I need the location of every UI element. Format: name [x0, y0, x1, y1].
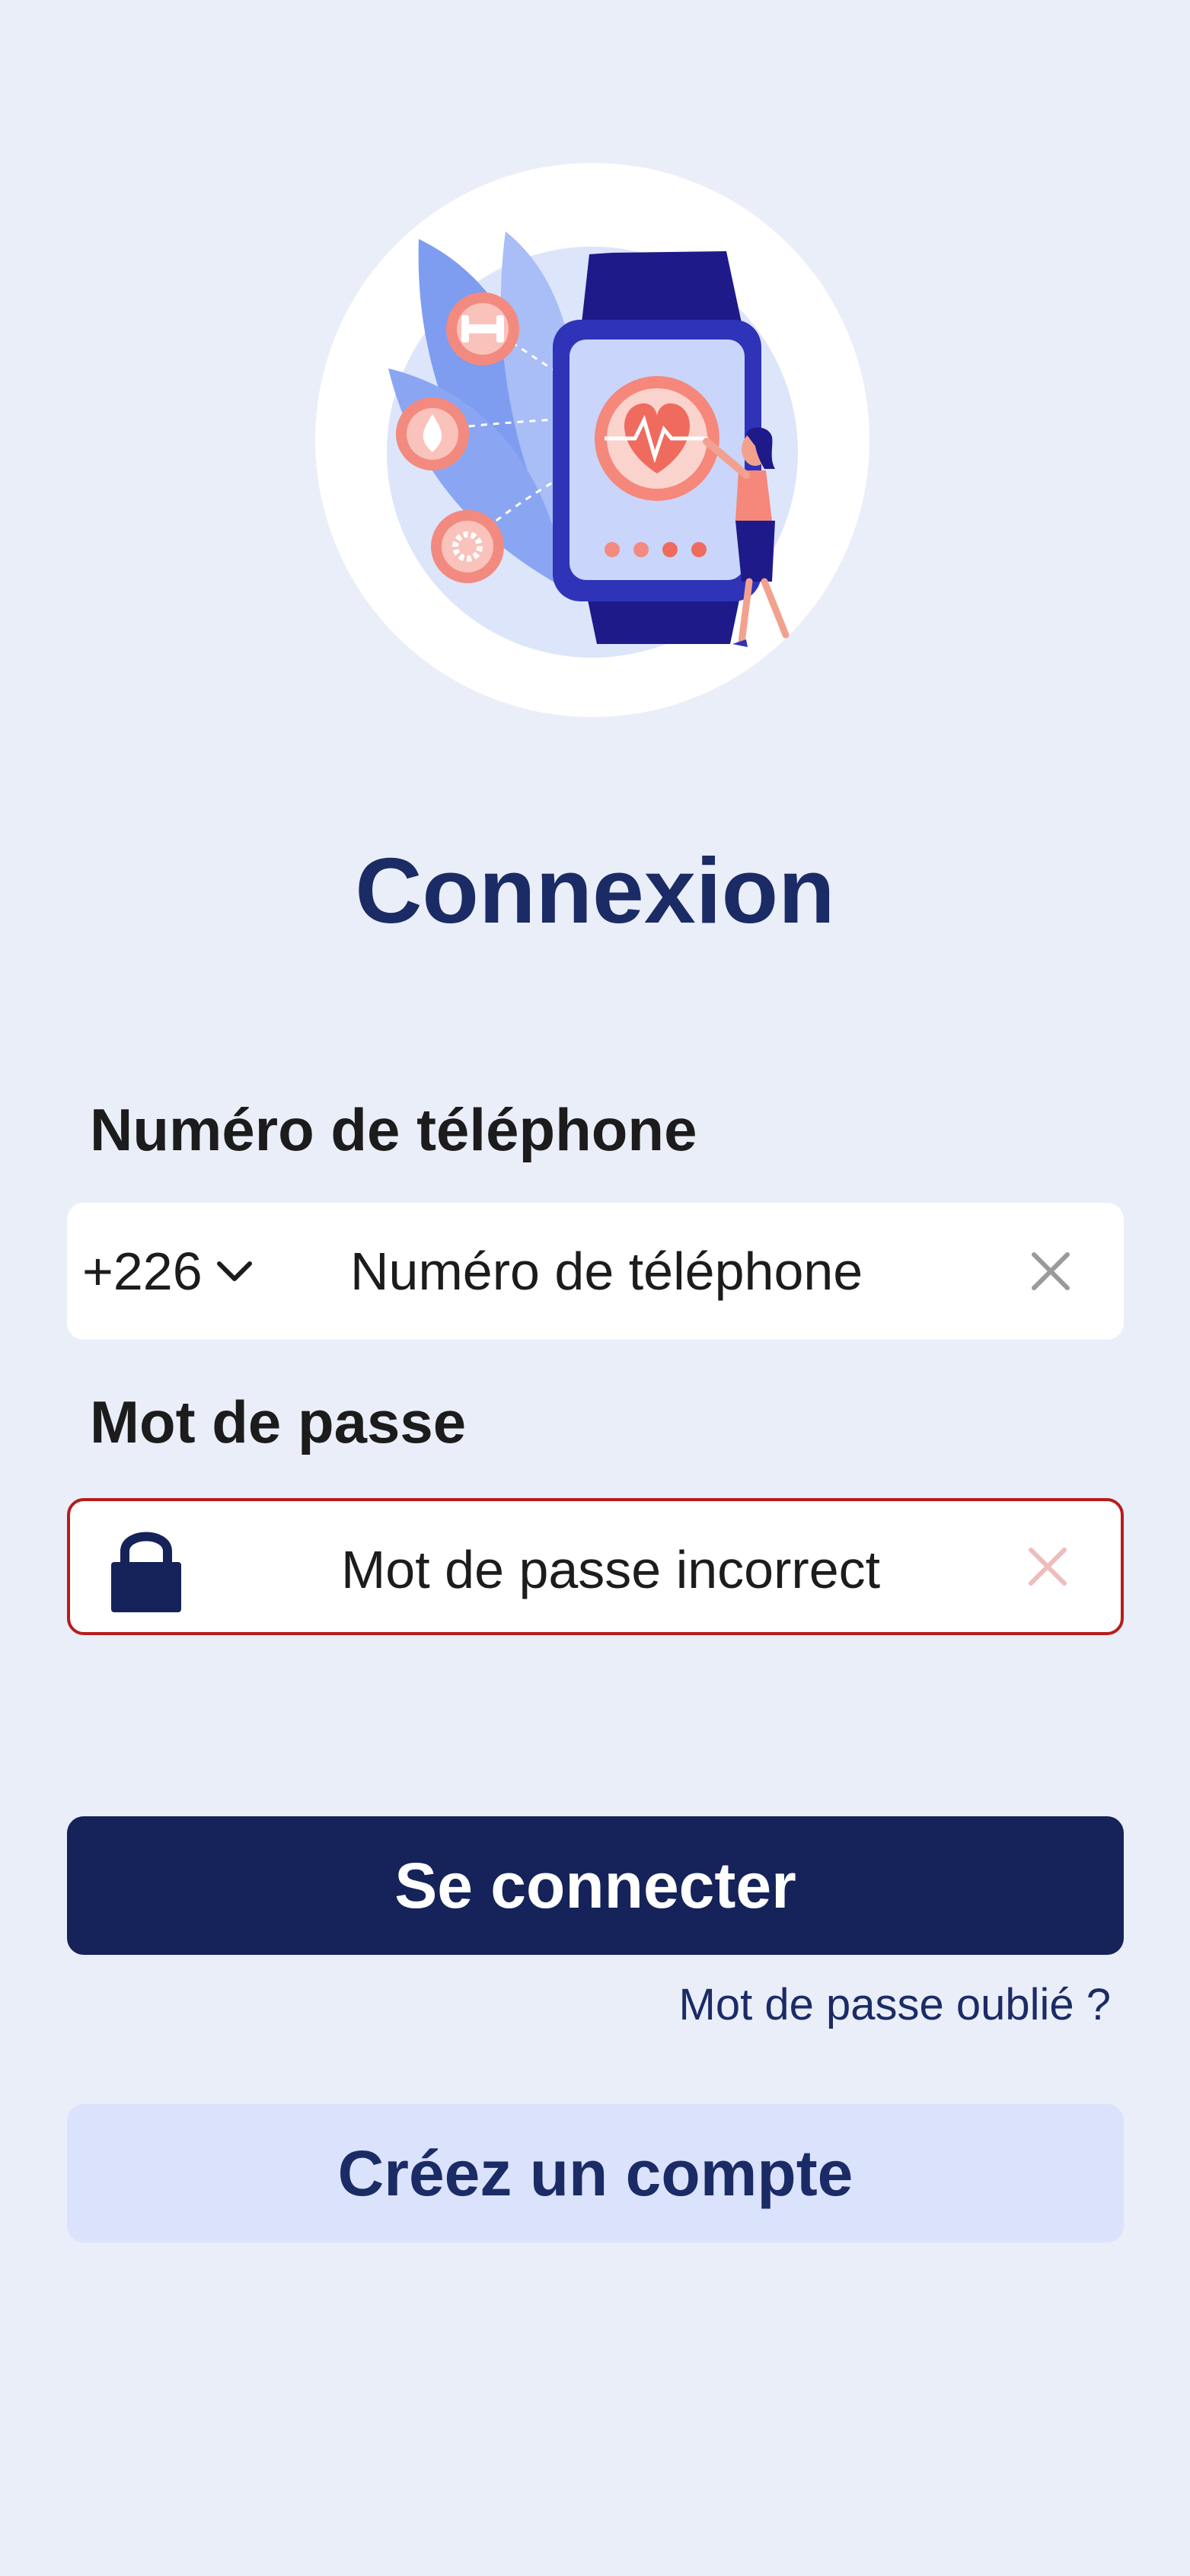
phone-input[interactable]: Numéro de téléphone	[350, 1203, 863, 1340]
create-account-button[interactable]: Créez un compte	[67, 2104, 1124, 2243]
lock-icon	[111, 1532, 181, 1612]
password-label: Mot de passe	[90, 1388, 467, 1455]
clear-password-icon[interactable]	[1023, 1542, 1072, 1591]
create-account-label: Créez un compte	[337, 2137, 853, 2209]
phone-input-field[interactable]: +226 Numéro de téléphone	[67, 1203, 1124, 1340]
forgot-password-link[interactable]: Mot de passe oublié ?	[679, 1975, 1111, 2036]
login-button[interactable]: Se connecter	[67, 1816, 1124, 1955]
phone-label: Numéro de téléphone	[90, 1096, 697, 1163]
password-input[interactable]: Mot de passe incorrect	[341, 1501, 880, 1638]
country-code-selector[interactable]: +226	[82, 1203, 256, 1340]
chevron-down-icon	[216, 1261, 252, 1281]
country-code-value: +226	[82, 1242, 203, 1301]
page-title: Connexion	[355, 839, 835, 942]
login-button-label: Se connecter	[394, 1849, 796, 1921]
clear-phone-icon[interactable]	[1026, 1247, 1075, 1296]
smartwatch-health-illustration	[315, 163, 869, 717]
password-input-field[interactable]: Mot de passe incorrect	[67, 1498, 1124, 1635]
